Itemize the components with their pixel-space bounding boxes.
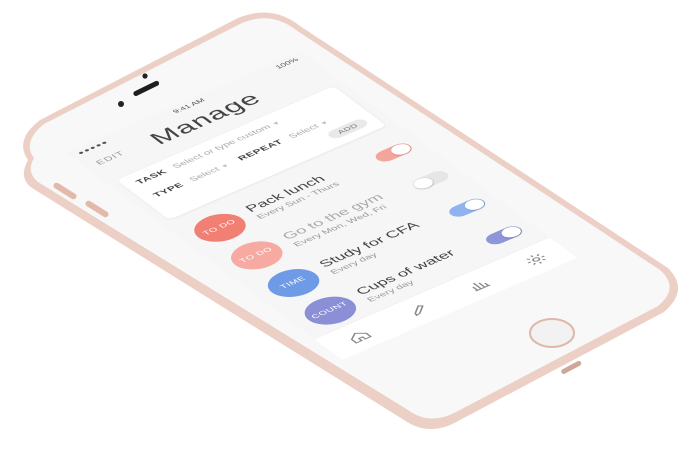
chevron-down-icon: ▼ [270,119,283,127]
pencil-icon [414,305,424,317]
toggle-knob [497,224,525,240]
task-toggle[interactable] [408,168,453,192]
toggle-knob [409,175,437,191]
front-camera [142,73,148,79]
home-button[interactable] [529,318,575,348]
task-label: TASK [134,168,170,186]
toggle-knob [387,141,415,157]
toggle-knob [461,197,488,212]
task-toggle[interactable] [445,196,490,220]
task-toggle[interactable] [371,141,416,164]
home-icon [350,332,372,344]
gear-icon [526,254,546,265]
task-toggle[interactable] [482,223,527,247]
chevron-down-icon: ▼ [318,119,331,127]
sensor-dot [118,101,124,107]
bar-chart-icon [472,282,491,292]
chevron-down-icon: ▼ [219,162,232,170]
repeat-select[interactable]: Select [287,123,322,140]
